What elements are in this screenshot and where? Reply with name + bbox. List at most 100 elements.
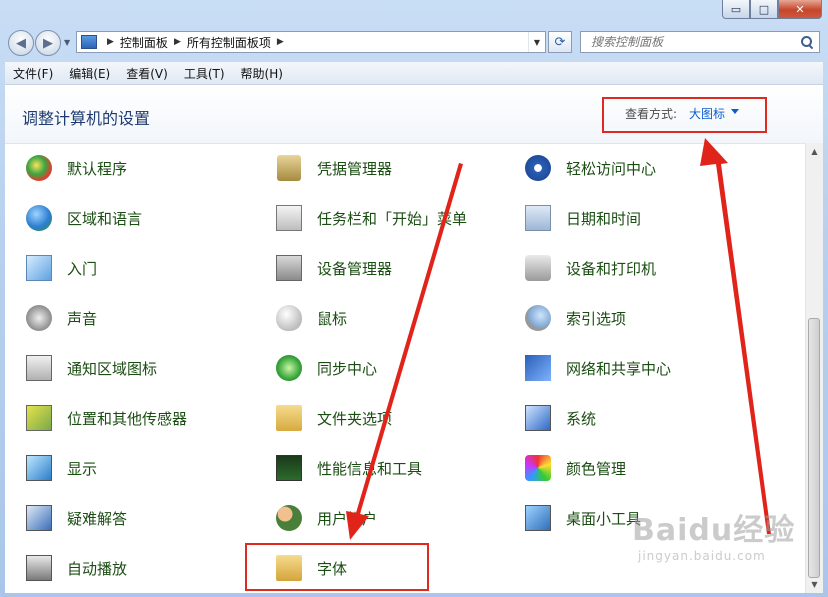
control-panel-item[interactable]: 设备管理器 — [273, 251, 392, 285]
search-icon[interactable] — [801, 36, 813, 48]
control-panel-item-label: 同步中心 — [317, 359, 378, 378]
control-panel-item[interactable]: 用户帐户 — [273, 501, 377, 535]
vertical-scrollbar[interactable]: ▲ ▼ — [805, 143, 823, 593]
control-panel-item[interactable]: 网络和共享中心 — [522, 351, 671, 385]
device-manager-icon — [273, 252, 305, 284]
close-button[interactable]: ✕ — [778, 0, 822, 19]
control-panel-item[interactable]: 鼠标 — [273, 301, 347, 335]
control-panel-item[interactable]: 性能信息和工具 — [273, 451, 422, 485]
credential-manager-icon-shape — [277, 155, 301, 181]
scrollbar-thumb[interactable] — [808, 318, 820, 578]
credential-manager-icon — [273, 152, 305, 184]
minimize-button[interactable]: ▭ — [722, 0, 750, 19]
display-icon — [23, 452, 55, 484]
control-panel-item-label: 轻松访问中心 — [566, 159, 657, 178]
control-panel-item[interactable]: 轻松访问中心 — [522, 151, 656, 185]
control-panel-item[interactable]: 入门 — [23, 251, 97, 285]
menu-file[interactable]: 文件(F) — [5, 65, 61, 82]
default-programs-icon — [23, 152, 55, 184]
menu-view[interactable]: 查看(V) — [118, 65, 176, 82]
navigation-bar: ◀ ▶ ▼ ▶ 控制面板 ▶ 所有控制面板项 ▶ ▼ ⟳ — [0, 26, 828, 60]
sync-center-icon-shape — [276, 355, 302, 381]
control-panel-item[interactable]: 疑难解答 — [23, 501, 127, 535]
control-panel-item[interactable]: 系统 — [522, 401, 596, 435]
search-box[interactable] — [580, 31, 820, 53]
control-panel-item[interactable]: 显示 — [23, 451, 97, 485]
control-panel-item[interactable]: 同步中心 — [273, 351, 377, 385]
control-panel-item-label: 鼠标 — [317, 309, 348, 328]
performance-icon-shape — [276, 455, 302, 481]
control-panel-item[interactable]: 凭据管理器 — [273, 151, 392, 185]
control-panel-item[interactable]: 区域和语言 — [23, 201, 142, 235]
breadcrumb-control-panel[interactable]: 控制面板 — [120, 34, 168, 51]
control-panel-item-label: 入门 — [67, 259, 98, 278]
control-panel-item[interactable]: 声音 — [23, 301, 97, 335]
control-panel-item-label: 区域和语言 — [67, 209, 143, 228]
control-panel-item[interactable]: 设备和打印机 — [522, 251, 656, 285]
display-icon-shape — [26, 455, 52, 481]
control-panel-item[interactable]: 自动播放 — [23, 551, 127, 585]
troubleshooting-icon-shape — [26, 505, 52, 531]
scroll-up-icon[interactable]: ▲ — [806, 143, 823, 160]
chevron-right-icon[interactable]: ▶ — [107, 37, 114, 47]
address-dropdown-button[interactable]: ▼ — [528, 32, 545, 52]
annotation-box-view-by — [602, 97, 767, 133]
menu-edit[interactable]: 编辑(E) — [61, 65, 118, 82]
desktop-gadgets-icon-shape — [525, 505, 551, 531]
sound-icon-shape — [26, 305, 52, 331]
control-panel-item-label: 颜色管理 — [566, 459, 627, 478]
address-bar[interactable]: ▶ 控制面板 ▶ 所有控制面板项 ▶ ▼ — [76, 31, 546, 53]
search-input[interactable] — [589, 34, 798, 50]
refresh-icon: ⟳ — [554, 34, 566, 50]
control-panel-item[interactable]: 日期和时间 — [522, 201, 641, 235]
scroll-down-icon[interactable]: ▼ — [806, 576, 823, 593]
page-title: 调整计算机的设置 — [22, 109, 151, 128]
menu-tools[interactable]: 工具(T) — [176, 65, 233, 82]
forward-arrow-icon: ▶ — [43, 35, 53, 51]
troubleshooting-icon — [23, 502, 55, 534]
control-panel-item-label: 位置和其他传感器 — [67, 409, 188, 428]
notification-area-icon-shape — [26, 355, 52, 381]
control-panel-item[interactable]: 桌面小工具 — [522, 501, 641, 535]
control-panel-item-label: 系统 — [566, 409, 597, 428]
maximize-button[interactable]: □ — [750, 0, 778, 19]
control-panel-item-label: 日期和时间 — [566, 209, 642, 228]
control-panel-item[interactable]: 文件夹选项 — [273, 401, 392, 435]
control-panel-item[interactable]: 通知区域图标 — [23, 351, 157, 385]
control-panel-item-label: 索引选项 — [566, 309, 627, 328]
control-panel-item[interactable]: 颜色管理 — [522, 451, 626, 485]
sync-center-icon — [273, 352, 305, 384]
title-bar: ▭ □ ✕ — [0, 0, 828, 26]
default-programs-icon-shape — [26, 155, 52, 181]
chevron-right-icon[interactable]: ▶ — [277, 37, 284, 47]
region-language-icon-shape — [26, 205, 52, 231]
control-panel-item[interactable]: 位置和其他传感器 — [23, 401, 187, 435]
recent-pages-dropdown[interactable]: ▼ — [64, 38, 70, 47]
control-panel-item-label: 声音 — [67, 309, 98, 328]
control-panel-item[interactable]: 默认程序 — [23, 151, 127, 185]
date-time-icon-shape — [525, 205, 551, 231]
menu-help[interactable]: 帮助(H) — [233, 65, 291, 82]
taskbar-start-menu-icon — [273, 202, 305, 234]
devices-printers-icon — [522, 252, 554, 284]
watermark-logo: Baidu经验 — [632, 513, 796, 548]
refresh-button[interactable]: ⟳ — [548, 31, 572, 53]
control-panel-item-label: 用户帐户 — [317, 509, 378, 528]
control-panel-item[interactable]: 任务栏和「开始」菜单 — [273, 201, 467, 235]
forward-button[interactable]: ▶ — [35, 30, 61, 56]
ease-of-access-icon-shape — [525, 155, 551, 181]
control-panel-item-label: 设备管理器 — [317, 259, 393, 278]
location-sensors-icon — [23, 402, 55, 434]
control-panel-item-label: 设备和打印机 — [566, 259, 657, 278]
color-management-icon-shape — [525, 455, 551, 481]
control-panel-item-label: 默认程序 — [67, 159, 128, 178]
back-button[interactable]: ◀ — [8, 30, 34, 56]
control-panel-item[interactable]: 索引选项 — [522, 301, 626, 335]
chevron-right-icon[interactable]: ▶ — [174, 37, 181, 47]
menu-bar: 文件(F) 编辑(E) 查看(V) 工具(T) 帮助(H) — [5, 62, 823, 85]
control-panel-item-label: 通知区域图标 — [67, 359, 158, 378]
mouse-icon-shape — [276, 305, 302, 331]
watermark-url: jingyan.baidu.com — [638, 549, 766, 563]
getting-started-icon-shape — [26, 255, 52, 281]
breadcrumb-all-items[interactable]: 所有控制面板项 — [187, 34, 271, 51]
